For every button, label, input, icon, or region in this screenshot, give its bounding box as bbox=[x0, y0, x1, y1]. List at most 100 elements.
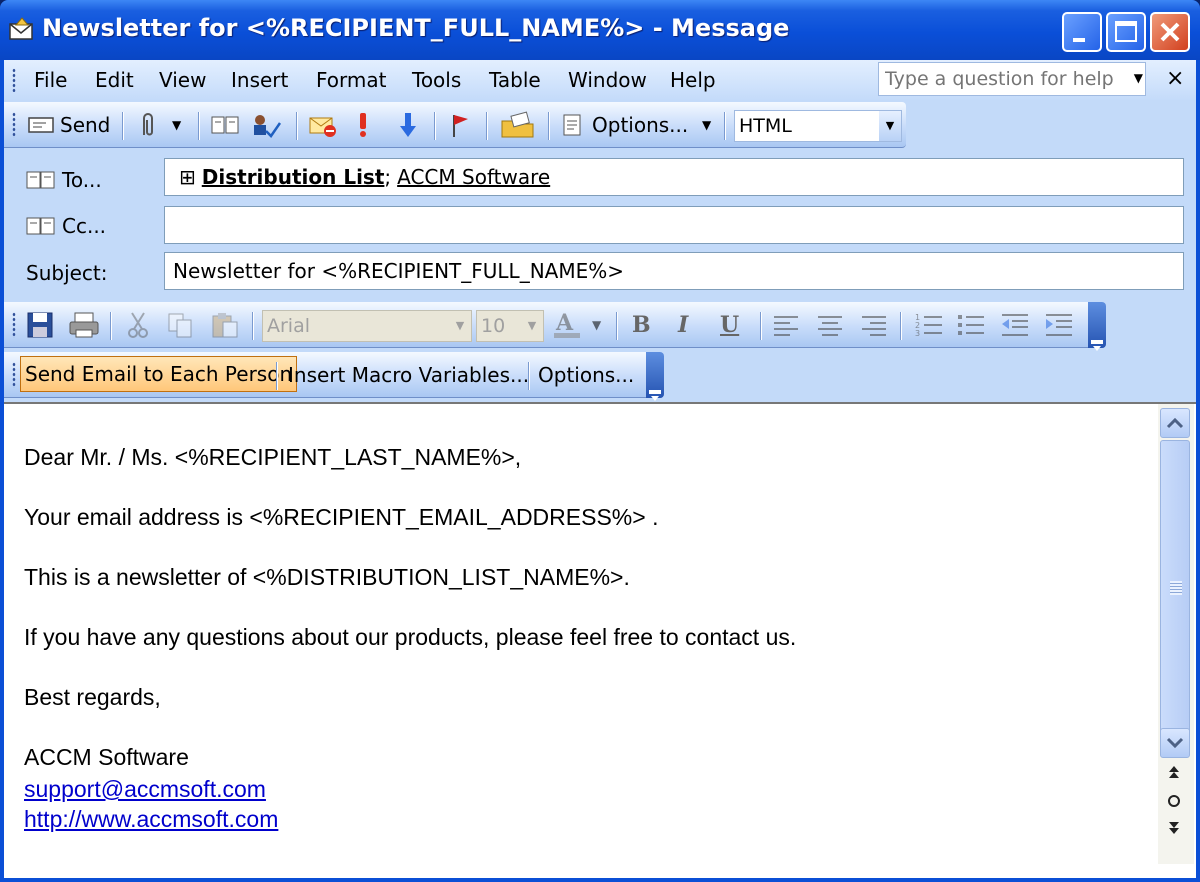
cc-label: Cc... bbox=[62, 214, 107, 238]
down-arrow-icon bbox=[400, 113, 416, 137]
address-book-button[interactable] bbox=[210, 110, 240, 140]
scroll-up-button[interactable] bbox=[1160, 408, 1190, 438]
attach-dropdown-arrow-icon[interactable]: ▼ bbox=[172, 110, 181, 140]
copy-button[interactable] bbox=[166, 310, 194, 340]
signature-email-link[interactable]: support@accmsoft.com bbox=[24, 776, 266, 802]
insert-macro-variables-button[interactable]: Insert Macro Variables... bbox=[288, 360, 529, 390]
message-format-select[interactable]: HTML ▼ bbox=[734, 110, 902, 142]
cc-button[interactable]: Cc... bbox=[26, 208, 106, 244]
printer-icon bbox=[69, 312, 99, 338]
chevron-down-icon[interactable]: ▼ bbox=[449, 311, 471, 341]
signature-url-link[interactable]: http://www.accmsoft.com bbox=[24, 806, 278, 832]
font-color-button[interactable]: A bbox=[552, 310, 582, 340]
italic-button[interactable]: I bbox=[678, 310, 688, 340]
save-button[interactable] bbox=[26, 310, 54, 340]
bold-button[interactable]: B bbox=[632, 310, 651, 340]
menu-help[interactable]: Help bbox=[670, 68, 716, 92]
separator bbox=[296, 112, 298, 140]
check-names-button[interactable] bbox=[248, 110, 282, 140]
toolbar-grip[interactable] bbox=[12, 362, 16, 388]
help-question-box[interactable]: ▼ bbox=[878, 62, 1146, 96]
toolbar-grip[interactable] bbox=[12, 312, 16, 338]
chevron-down-icon[interactable]: ▼ bbox=[879, 111, 901, 141]
close-document-button[interactable]: × bbox=[1166, 66, 1184, 91]
decrease-indent-button[interactable] bbox=[1000, 310, 1030, 340]
close-icon bbox=[1160, 22, 1180, 42]
close-button[interactable] bbox=[1150, 12, 1190, 52]
decrease-indent-icon bbox=[1002, 314, 1028, 336]
font-name-select[interactable]: Arial ▼ bbox=[262, 310, 472, 342]
menu-table[interactable]: Table bbox=[489, 68, 541, 92]
vertical-scrollbar[interactable] bbox=[1158, 404, 1194, 864]
attach-file-button[interactable] bbox=[136, 110, 158, 140]
menu-edit[interactable]: Edit bbox=[95, 68, 134, 92]
menu-insert[interactable]: Insert bbox=[231, 68, 288, 92]
address-book-icon bbox=[211, 116, 239, 134]
font-color-dropdown-arrow-icon[interactable]: ▼ bbox=[592, 310, 601, 340]
bullets-button[interactable] bbox=[956, 310, 986, 340]
previous-page-button[interactable] bbox=[1164, 764, 1184, 787]
recipient-separator: ; bbox=[384, 165, 392, 189]
maximize-button[interactable] bbox=[1106, 12, 1146, 52]
font-color-icon: A bbox=[554, 310, 580, 338]
to-recipient-accm-software[interactable]: ACCM Software bbox=[397, 165, 550, 189]
subject-label: Subject: bbox=[26, 261, 108, 285]
toolbar-options-chevron-icon[interactable] bbox=[646, 352, 664, 401]
numbering-button[interactable]: 123 bbox=[914, 310, 944, 340]
expand-list-icon[interactable]: ⊞ bbox=[179, 165, 196, 189]
macro-options-button[interactable]: Options... bbox=[538, 360, 634, 390]
send-button[interactable]: Send bbox=[26, 110, 110, 140]
menu-window[interactable]: Window bbox=[568, 68, 647, 92]
follow-up-flag-button[interactable] bbox=[448, 110, 472, 140]
scroll-down-button[interactable] bbox=[1160, 728, 1190, 758]
toolbar-options-chevron-icon[interactable] bbox=[1088, 302, 1106, 351]
envelope-folder-button[interactable] bbox=[500, 110, 536, 140]
font-size-select[interactable]: 10 ▼ bbox=[476, 310, 544, 342]
svg-text:A: A bbox=[555, 310, 574, 336]
scroll-thumb[interactable] bbox=[1160, 440, 1190, 744]
minimize-button[interactable] bbox=[1062, 12, 1102, 52]
subject-field[interactable]: Newsletter for <%RECIPIENT_FULL_NAME%> bbox=[164, 252, 1184, 290]
to-field[interactable]: ⊞ Distribution List; ACCM Software bbox=[164, 158, 1184, 196]
help-search-input[interactable] bbox=[879, 63, 1119, 95]
importance-high-button[interactable] bbox=[356, 110, 370, 140]
title-bar[interactable]: Newsletter for <%RECIPIENT_FULL_NAME%> -… bbox=[0, 0, 1200, 60]
chevron-down-icon[interactable]: ▼ bbox=[521, 311, 543, 341]
send-email-to-each-person-button[interactable]: Send Email to Each Person bbox=[20, 356, 298, 392]
options-button[interactable]: Options... bbox=[560, 110, 688, 140]
options-dropdown-arrow-icon[interactable]: ▼ bbox=[702, 110, 711, 140]
menu-tools[interactable]: Tools bbox=[412, 68, 461, 92]
cc-field[interactable] bbox=[164, 206, 1184, 244]
cut-button[interactable] bbox=[126, 310, 150, 340]
message-body[interactable]: Dear Mr. / Ms. <%RECIPIENT_LAST_NAME%>, … bbox=[4, 402, 1196, 878]
menu-format[interactable]: Format bbox=[316, 68, 386, 92]
print-button[interactable] bbox=[68, 310, 100, 340]
paste-button[interactable] bbox=[210, 310, 240, 340]
help-dropdown-arrow-icon[interactable]: ▼ bbox=[1134, 71, 1143, 85]
to-recipient-distribution-list[interactable]: Distribution List bbox=[202, 165, 385, 189]
floppy-disk-icon bbox=[27, 312, 53, 338]
permission-button[interactable] bbox=[308, 110, 338, 140]
align-right-button[interactable] bbox=[860, 310, 888, 340]
separator bbox=[122, 112, 124, 140]
select-browse-object-button[interactable] bbox=[1164, 792, 1184, 815]
importance-low-button[interactable] bbox=[398, 110, 418, 140]
envelope-app-icon bbox=[9, 17, 33, 40]
toolbar-grip[interactable] bbox=[12, 112, 16, 138]
address-book-icon bbox=[26, 215, 56, 237]
scissors-icon bbox=[128, 312, 148, 338]
increase-indent-button[interactable] bbox=[1044, 310, 1074, 340]
next-page-button[interactable] bbox=[1164, 820, 1184, 843]
formatting-toolbar: Arial ▼ 10 ▼ A ▼ B I U 1 2 3 bbox=[4, 302, 1106, 351]
align-left-button[interactable] bbox=[772, 310, 800, 340]
paperclip-icon bbox=[143, 113, 153, 136]
separator bbox=[528, 362, 530, 390]
menu-file[interactable]: File bbox=[34, 68, 67, 92]
menubar-grip[interactable] bbox=[12, 68, 16, 92]
align-center-button[interactable] bbox=[816, 310, 844, 340]
underline-button[interactable]: U bbox=[720, 310, 739, 340]
double-up-arrow-icon bbox=[1169, 766, 1179, 778]
to-button[interactable]: To... bbox=[26, 162, 102, 198]
separator bbox=[760, 312, 762, 340]
menu-view[interactable]: View bbox=[159, 68, 206, 92]
